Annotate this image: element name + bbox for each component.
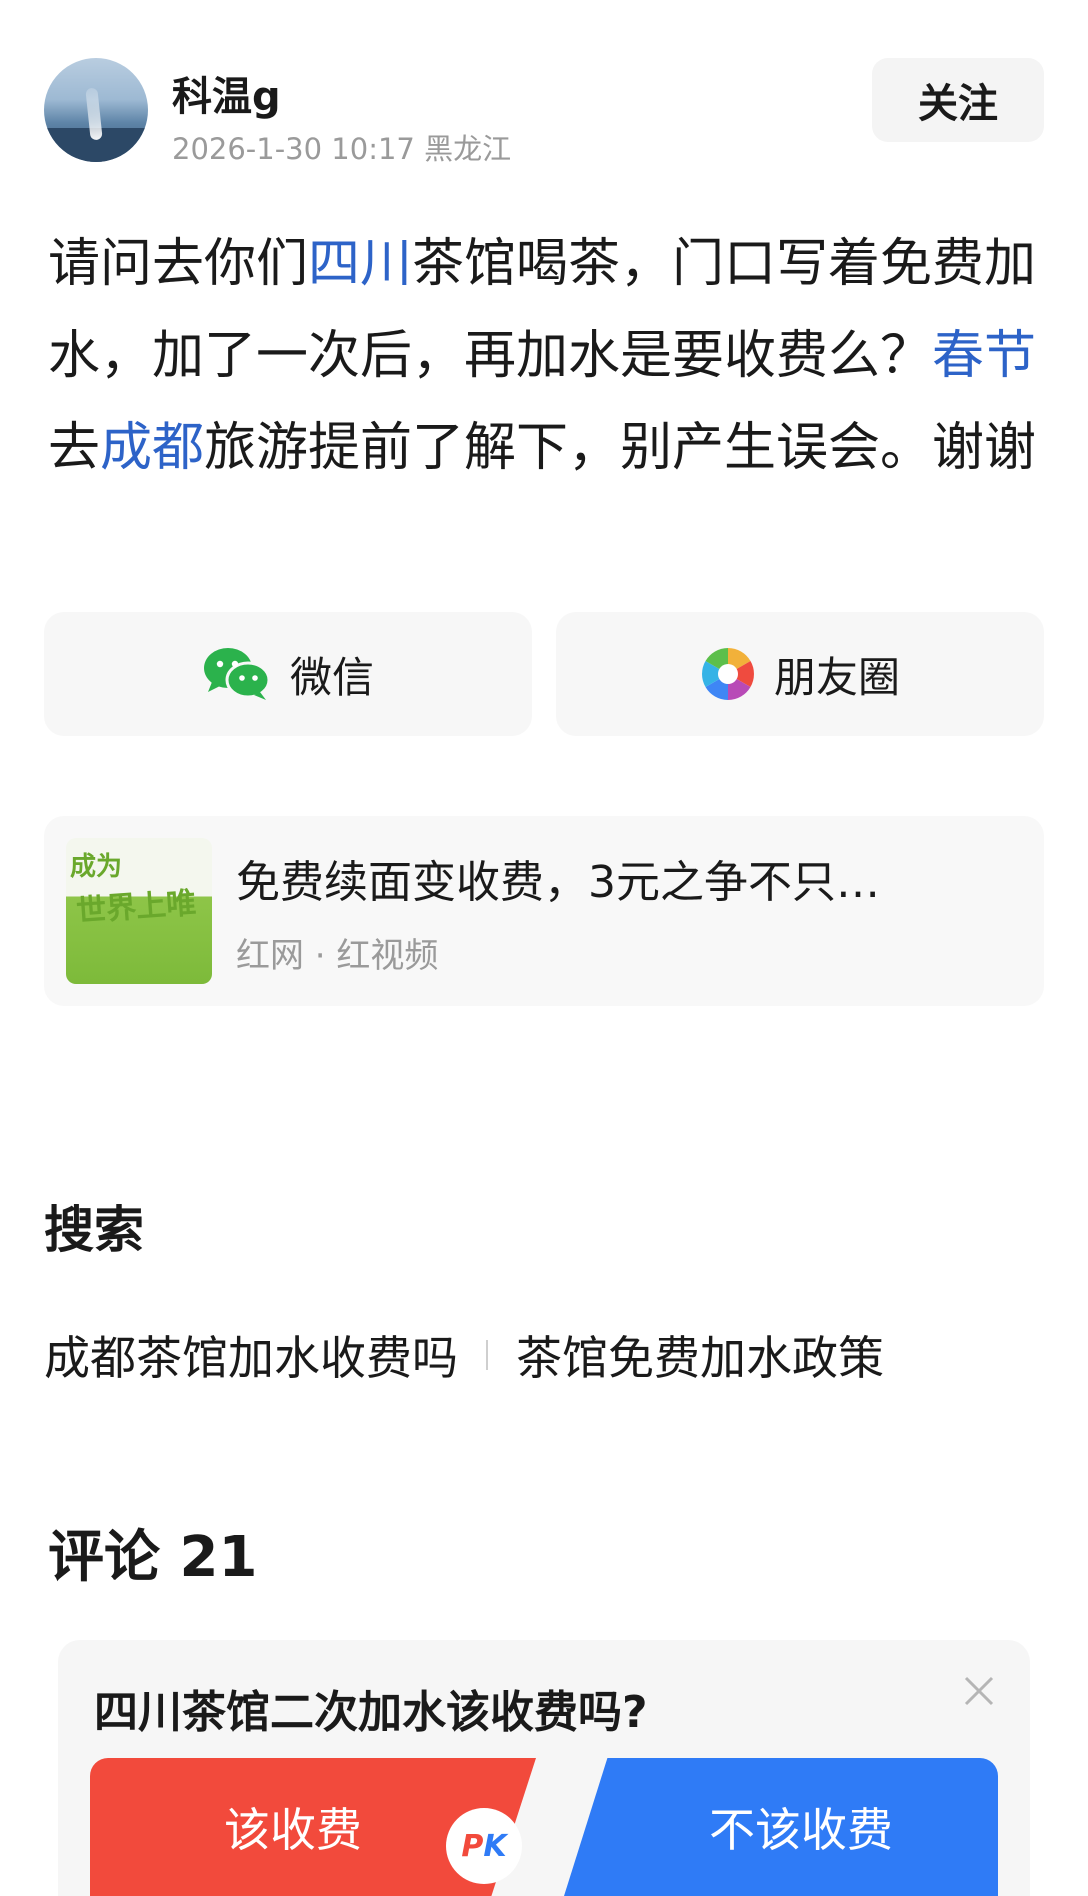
article-title: 免费续面变收费，3元之争不只… <box>236 857 880 908</box>
poll-question: 四川茶馆二次加水该收费吗? <box>94 1687 648 1738</box>
linked-article-card[interactable]: 成为 世界上唯 免费续面变收费，3元之争不只… 红网 · 红视频 <box>44 816 1044 1006</box>
close-icon[interactable] <box>962 1674 996 1708</box>
post-text: 请问去你们四川茶馆喝茶，门口写着免费加水，加了一次后，再加水是要收费么？春节去成… <box>48 218 1048 494</box>
post-segment: 旅游提前了解下，别产生误会。谢谢 <box>204 418 1037 478</box>
post-segment: 请问去你们 <box>48 234 309 294</box>
pk-badge-p: P <box>461 1828 484 1864</box>
thumbnail-text: 成为 <box>70 852 123 882</box>
share-moments-button[interactable]: 朋友圈 <box>556 612 1044 736</box>
follow-button[interactable]: 关注 <box>872 58 1044 142</box>
comments-heading: 评论 21 <box>48 1525 258 1590</box>
topic-link-sichuan[interactable]: 四川 <box>308 234 412 294</box>
username[interactable]: 科温g <box>172 64 281 122</box>
search-heading: 搜索 <box>44 1201 144 1259</box>
topic-link-chengdu[interactable]: 成都 <box>100 418 204 478</box>
search-suggestion[interactable]: 成都茶馆加水收费吗 <box>44 1322 458 1388</box>
poll-option-no-charge[interactable]: 不该收费 <box>564 1758 998 1896</box>
article-thumbnail: 成为 世界上唯 <box>66 838 212 984</box>
share-wechat-label: 微信 <box>289 652 374 702</box>
suggestion-divider <box>486 1340 488 1370</box>
pk-badge-k: K <box>483 1828 507 1864</box>
post-segment: 去 <box>48 418 101 478</box>
wechat-icon <box>203 648 271 700</box>
topic-link-spring-festival[interactable]: 春节 <box>932 326 1036 386</box>
share-moments-label: 朋友圈 <box>773 652 900 702</box>
article-source: 红网 · 红视频 <box>236 936 439 976</box>
search-suggestion[interactable]: 茶馆免费加水政策 <box>516 1322 884 1388</box>
share-wechat-button[interactable]: 微信 <box>44 612 532 736</box>
post-meta: 2026-1-30 10:17 黑龙江 <box>172 132 512 166</box>
avatar[interactable] <box>44 58 148 162</box>
pk-poll-card: 四川茶馆二次加水该收费吗? 该收费 不该收费 <box>58 1640 1030 1896</box>
search-suggestions: 成都茶馆加水收费吗 茶馆免费加水政策 <box>44 1322 884 1388</box>
thumbnail-text: 世界上唯 <box>75 885 198 930</box>
pk-badge: PK <box>446 1808 522 1884</box>
moments-icon <box>701 648 754 700</box>
